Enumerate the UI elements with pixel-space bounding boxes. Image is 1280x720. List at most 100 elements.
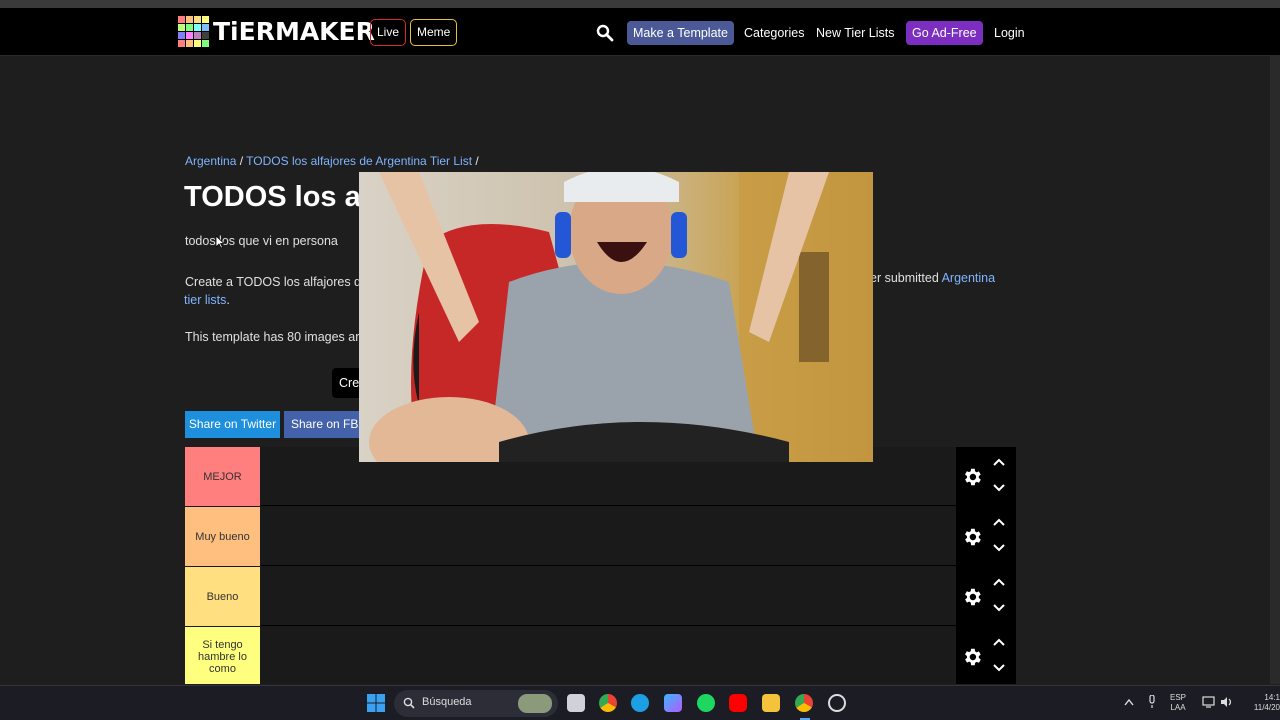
chevron-down-icon[interactable] [992,543,1006,553]
clock-time: 14:1 [1264,693,1280,702]
file-explorer-icon[interactable] [762,694,780,712]
gear-icon[interactable] [961,526,983,548]
logo-grid-square [194,40,201,47]
chrome-active-icon[interactable] [795,694,813,712]
meme-button[interactable]: Meme [410,19,458,46]
logo-grid-square [178,24,185,31]
tier-label[interactable]: Bueno [185,567,260,626]
site-navbar: TiERMAKER Live Meme Make a Template Cate… [0,8,1280,56]
chevron-up-icon[interactable] [1124,698,1134,706]
image-count-text: This template has 80 images ar [185,330,360,344]
logo-grid-square [202,24,209,31]
search-icon[interactable] [596,24,614,42]
tier-drop-zone[interactable] [261,507,956,566]
logo-text: TiERMAKER [213,16,375,46]
tier-drop-zone[interactable] [261,567,956,626]
share-facebook-button[interactable]: Share on FB [284,411,364,438]
logo-grid-square [194,24,201,31]
logo-grid-square [202,32,209,39]
windows-start-icon[interactable] [367,694,385,712]
chevron-up-icon[interactable] [992,637,1006,647]
go-ad-free-button[interactable]: Go Ad-Free [906,21,983,45]
browser-top-strip [0,0,1280,8]
keyboard-layout: LAA [1170,703,1186,712]
gear-icon[interactable] [961,466,983,488]
breadcrumb-separator: / [236,154,247,168]
description-text: er submitted [870,271,942,285]
live-button[interactable]: Live [370,19,407,46]
logo-grid-square [194,16,201,23]
tier-row: Si tengo hambre lo como [185,627,1016,684]
logo-grid-square [186,16,193,23]
site-logo[interactable]: TiERMAKER [178,16,375,47]
gear-icon[interactable] [961,586,983,608]
tier-row: Bueno [185,567,1016,627]
tier-lists-link[interactable]: tier lists [184,293,226,307]
tier-controls [956,447,1016,507]
tier-label[interactable]: MEJOR [185,447,260,506]
chevron-up-icon[interactable] [992,457,1006,467]
tier-label[interactable]: Muy bueno [185,507,260,566]
webcam-overlay [359,172,873,462]
chrome-icon[interactable] [599,694,617,712]
logo-grid-square [202,16,209,23]
chevron-down-icon[interactable] [992,603,1006,613]
page-scrollbar[interactable] [1270,56,1280,684]
tier-list-table: MEJOR Muy bueno Bueno Si tengo hambre lo… [185,447,1016,684]
spotify-icon[interactable] [697,694,715,712]
taskbar-search-box[interactable]: Búsqueda [394,690,558,717]
gear-icon[interactable] [961,646,983,668]
language-code: ESP [1170,693,1187,702]
volume-icon[interactable] [1220,696,1234,708]
logo-grid-square [178,32,185,39]
clock[interactable]: 14:1 11/4/20 [1242,693,1280,713]
search-icon [403,697,415,709]
category-link[interactable]: Argentina [942,271,996,285]
microphone-icon[interactable] [1148,695,1156,709]
chevron-up-icon[interactable] [992,577,1006,587]
recorder-icon[interactable] [828,694,846,712]
tier-controls [956,627,1016,684]
edge-icon[interactable] [631,694,649,712]
page-subtitle: todos los que vi en persona [185,234,338,248]
logo-grid-icon [178,16,209,47]
description-line2: tier lists. [184,293,230,307]
mouse-cursor-icon [216,236,224,249]
logo-grid-square [186,24,193,31]
tier-controls [956,567,1016,627]
logo-grid-square [178,16,185,23]
webcam-scene [359,172,873,462]
logo-grid-square [194,32,201,39]
logo-grid-square [186,32,193,39]
categories-link[interactable]: Categories [738,21,810,45]
chevron-up-icon[interactable] [992,517,1006,527]
tier-controls [956,507,1016,567]
tier-row: Muy bueno [185,507,1016,567]
tier-drop-zone[interactable] [261,627,956,684]
login-link[interactable]: Login [988,21,1031,45]
make-template-button[interactable]: Make a Template [627,21,734,45]
breadcrumb-separator: / [472,154,479,168]
page-title: TODOS los a [184,181,361,213]
breadcrumb-link-tierlist[interactable]: TODOS los alfajores de Argentina Tier Li… [246,154,472,168]
template-description-right: er submitted Argentina [870,271,995,285]
network-icon[interactable] [1202,696,1215,708]
breadcrumb: Argentina / TODOS los alfajores de Argen… [185,154,479,168]
chevron-down-icon[interactable] [992,663,1006,673]
windows-taskbar: Búsqueda ESP LAA 14:1 11/4/20 [0,685,1280,720]
youtube-icon[interactable] [729,694,747,712]
breadcrumb-link-argentina[interactable]: Argentina [185,154,236,168]
input-language[interactable]: ESP LAA [1170,693,1186,713]
logo-grid-square [202,40,209,47]
clock-date: 11/4/20 [1253,703,1280,712]
tier-label[interactable]: Si tengo hambre lo como [185,627,260,684]
share-twitter-button[interactable]: Share on Twitter [185,411,280,438]
task-view-icon[interactable] [567,694,585,712]
taskbar-search-label: Búsqueda [422,696,472,708]
chevron-down-icon[interactable] [992,483,1006,493]
logo-grid-square [178,40,185,47]
copilot-icon[interactable] [664,694,682,712]
description-period: . [226,293,230,307]
search-highlight-image [518,694,552,713]
new-tier-lists-link[interactable]: New Tier Lists [810,21,901,45]
